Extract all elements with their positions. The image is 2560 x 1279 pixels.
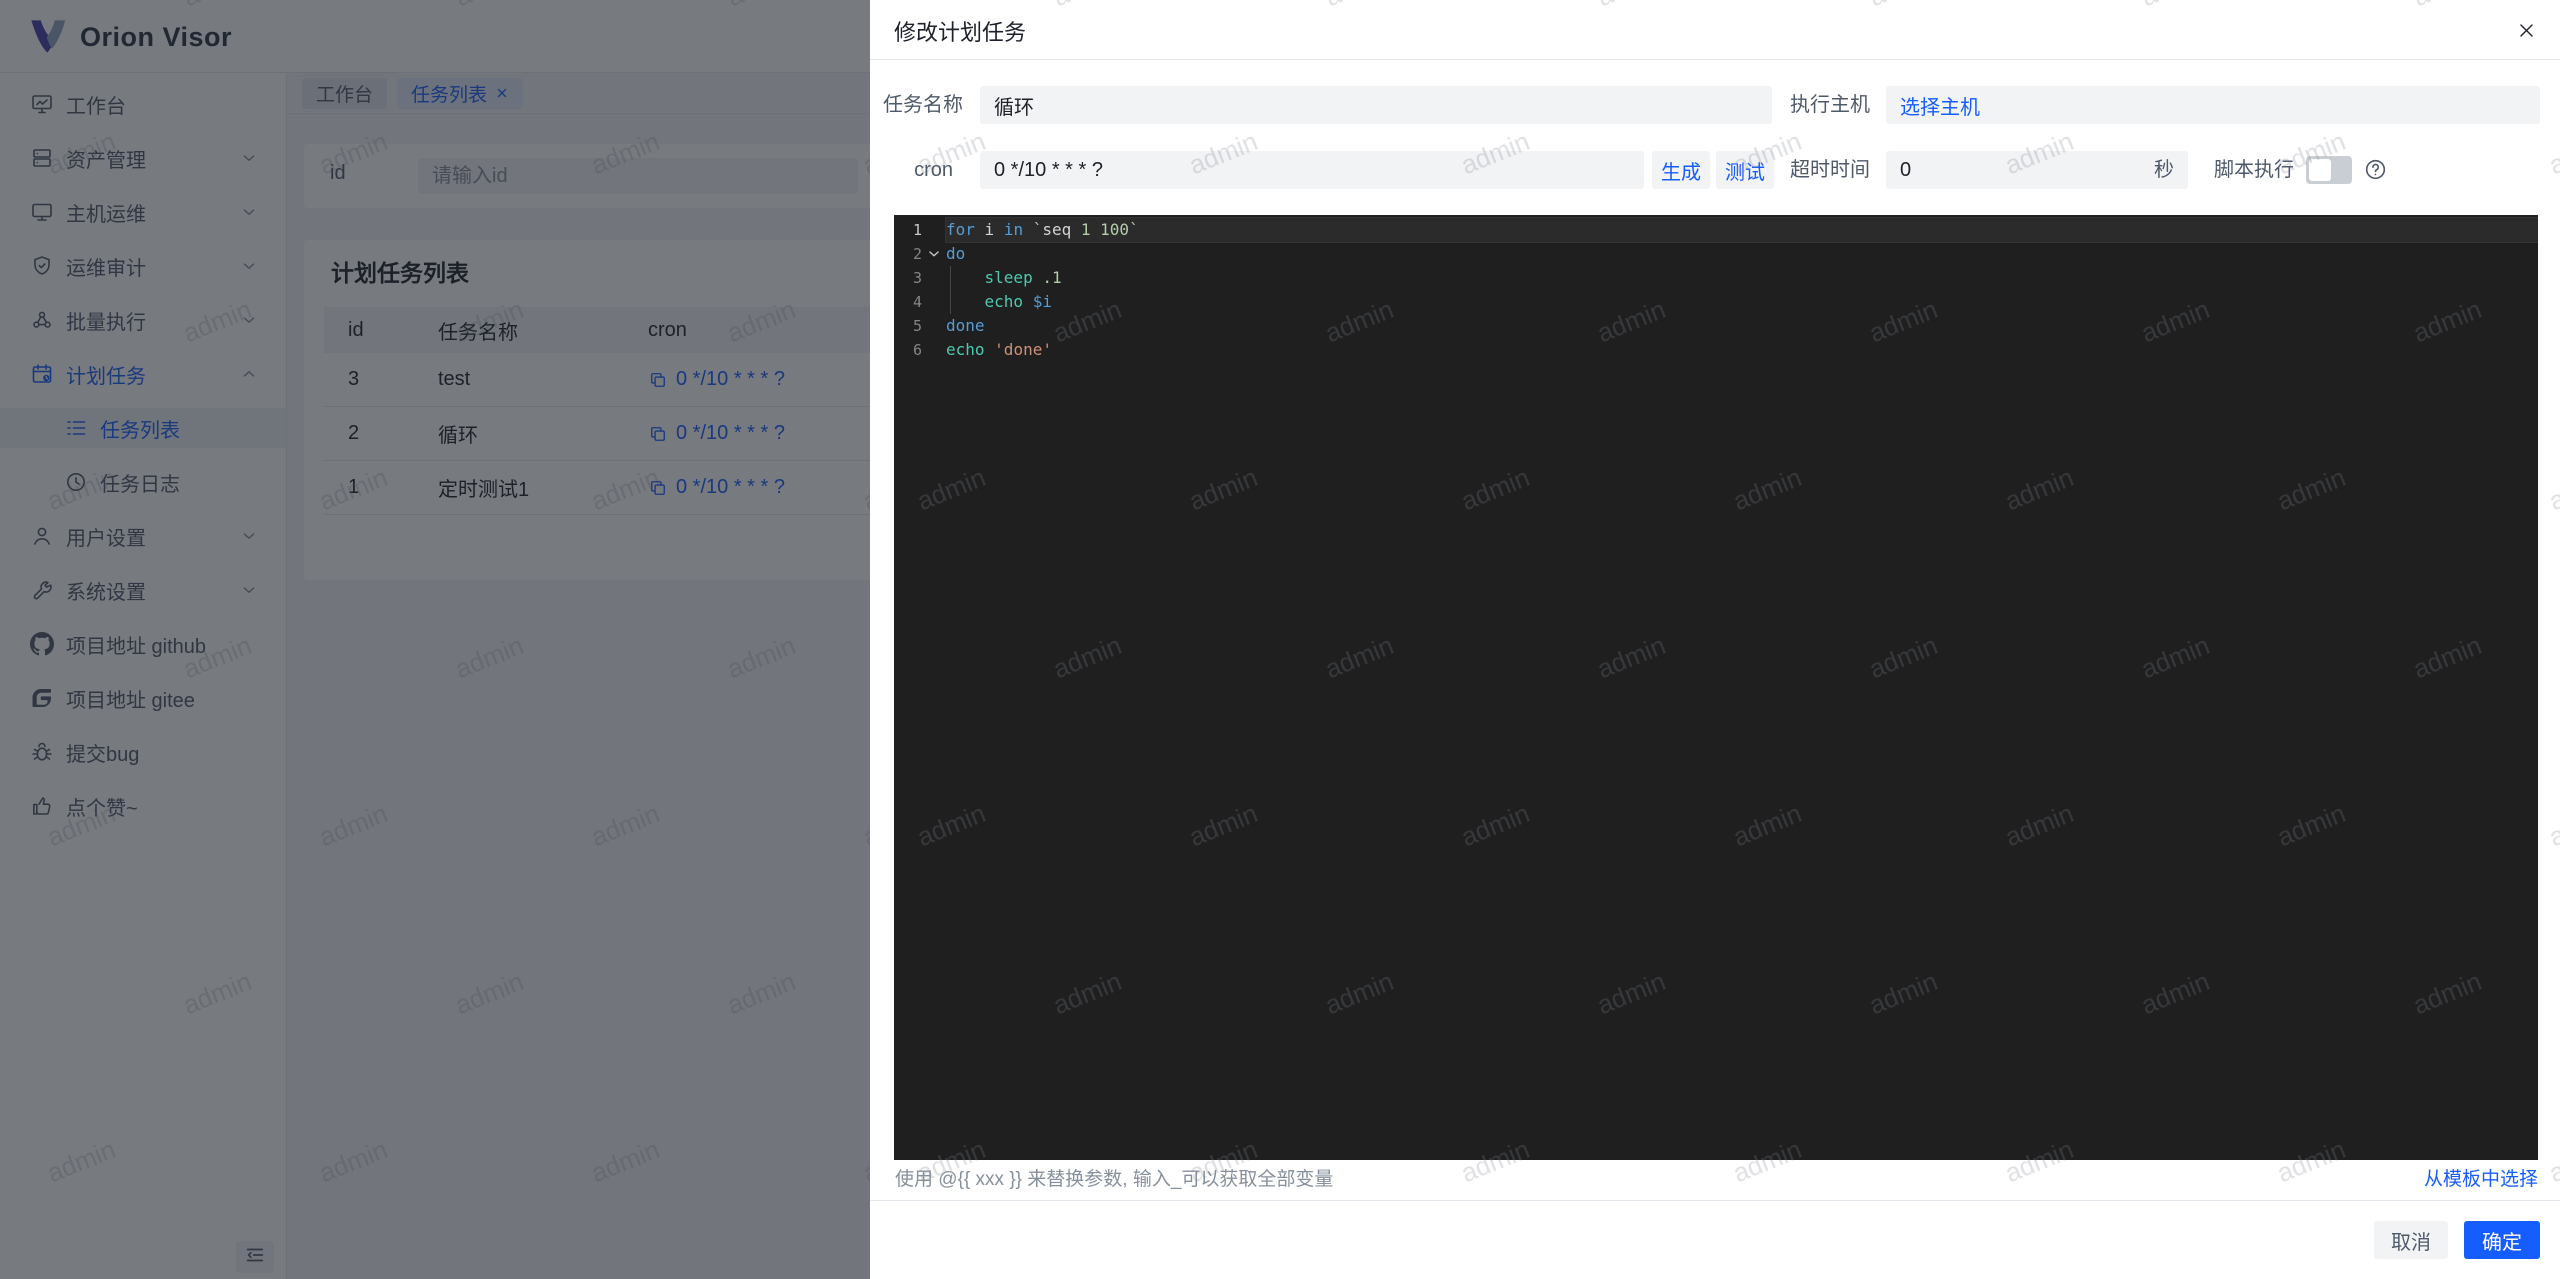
line-number: 2 xyxy=(912,245,922,263)
line-number: 6 xyxy=(912,341,922,359)
editor-line: 5 done xyxy=(894,314,2538,338)
fold-chevron-icon[interactable] xyxy=(922,242,946,266)
editor-line: 1 for i in `seq 1 100` xyxy=(894,218,2538,242)
line-number: 1 xyxy=(912,221,922,239)
drawer-footer: 取消 确定 xyxy=(870,1200,2560,1279)
editor-hint-row: 使用 @{{ xxx }} 来替换参数, 输入_可以获取全部变量 从模板中选择 xyxy=(870,1160,2560,1200)
code-text: for i in `seq 1 100` xyxy=(946,218,2538,242)
exec-host-field[interactable]: 选择主机 xyxy=(1886,86,2540,124)
toggle-knob xyxy=(2309,159,2331,181)
code-text: sleep .1 xyxy=(984,268,1062,287)
code-text: echo $i xyxy=(984,292,1052,311)
close-icon[interactable] xyxy=(2514,18,2538,42)
confirm-button[interactable]: 确定 xyxy=(2464,1221,2540,1259)
script-code-editor[interactable]: 1 for i in `seq 1 100` 2 do 3 sleep .1 4 echo… xyxy=(894,215,2538,1160)
exec-host-label: 执行主机 xyxy=(1790,94,1870,116)
code-text: echo 'done' xyxy=(946,340,1052,359)
line-number: 3 xyxy=(912,269,922,287)
watermark-text: admin xyxy=(2544,797,2560,853)
select-host-link[interactable]: 选择主机 xyxy=(1900,91,1980,120)
param-hint-text: 使用 @{{ xxx }} 来替换参数, 输入_可以获取全部变量 xyxy=(895,1169,1334,1190)
script-exec-label: 脚本执行 xyxy=(2214,159,2294,181)
line-number: 5 xyxy=(912,317,922,335)
editor-line: 2 do xyxy=(894,242,2538,266)
task-name-input[interactable] xyxy=(980,86,1772,124)
cancel-button[interactable]: 取消 xyxy=(2374,1221,2448,1259)
timeout-unit: 秒 xyxy=(2154,159,2174,181)
help-icon[interactable] xyxy=(2364,158,2387,181)
line-number: 4 xyxy=(912,293,922,311)
drawer-title: 修改计划任务 xyxy=(894,20,1027,45)
watermark-text: admin xyxy=(2544,125,2560,181)
cron-input[interactable] xyxy=(980,151,1644,189)
editor-line: 4 echo $i xyxy=(894,290,2538,314)
drawer-header: 修改计划任务 xyxy=(870,0,2560,60)
timeout-label: 超时时间 xyxy=(1790,159,1870,181)
watermark-text: admin xyxy=(2544,461,2560,517)
code-text: do xyxy=(946,244,966,263)
generate-cron-label: 生成 xyxy=(1661,161,1701,184)
app-root: Orion Visor 工作台资产管理主机运维运维审计批量执行计划任务任务列表任… xyxy=(0,0,2560,1279)
task-name-label: 任务名称 xyxy=(883,94,963,116)
generate-cron-button[interactable]: 生成 xyxy=(1652,151,1710,189)
select-from-template-link[interactable]: 从模板中选择 xyxy=(2424,1160,2538,1200)
timeout-input[interactable] xyxy=(1886,151,2188,189)
test-cron-button[interactable]: 测试 xyxy=(1716,151,1774,189)
editor-line: 6 echo 'done' xyxy=(894,338,2538,362)
indent-guide xyxy=(950,266,951,314)
code-text: done xyxy=(946,316,985,335)
test-cron-label: 测试 xyxy=(1725,161,1765,184)
editor-line: 3 sleep .1 xyxy=(894,266,2538,290)
cron-label: cron xyxy=(914,159,953,181)
timeout-field: 秒 xyxy=(1886,151,2188,189)
script-exec-toggle[interactable] xyxy=(2306,156,2352,184)
edit-task-drawer: 修改计划任务 任务名称 执行主机 选择主机 cron 生成 测试 超时时间 秒 xyxy=(870,0,2560,1279)
